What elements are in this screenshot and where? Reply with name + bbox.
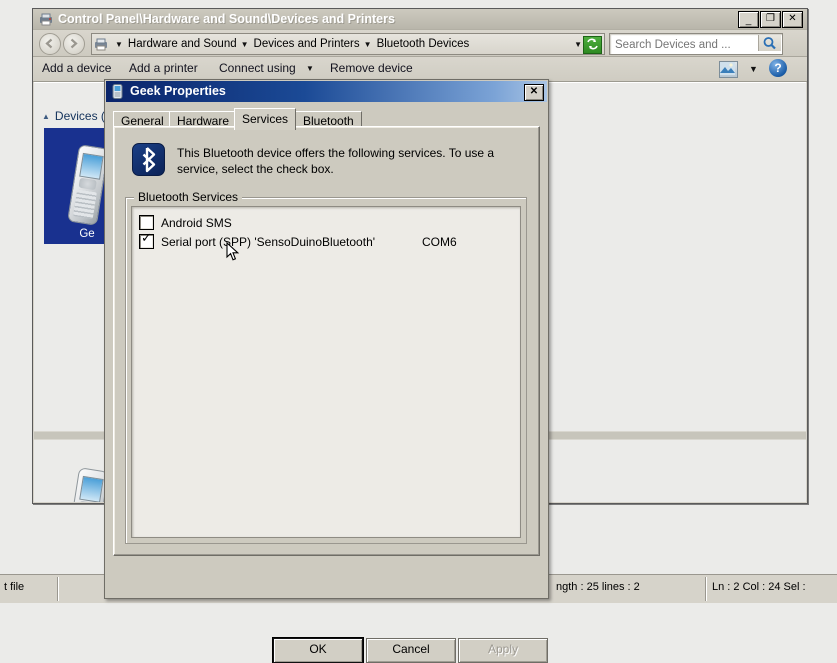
apply-button: Apply <box>458 638 548 663</box>
printer-icon <box>38 12 54 26</box>
window-title: Control Panel\Hardware and Sound\Devices… <box>58 12 395 26</box>
maximize-glyph: ❐ <box>761 12 780 27</box>
search-input[interactable] <box>613 36 757 53</box>
control-panel-icon <box>94 38 109 51</box>
dialog-titlebar[interactable]: Geek Properties ✕ <box>106 81 547 102</box>
mobile-phone-icon <box>111 84 124 99</box>
close-icon[interactable]: ✕ <box>524 84 544 101</box>
mouse-pointer-icon <box>226 242 240 262</box>
list-item[interactable]: Android SMS <box>132 213 520 232</box>
list-item[interactable]: Serial port (SPP) 'SensoDuinoBluetooth' … <box>132 232 520 251</box>
dialog-description: This Bluetooth device offers the followi… <box>177 145 517 177</box>
services-list[interactable]: Android SMS Serial port (SPP) 'SensoDuin… <box>131 206 521 538</box>
breadcrumb-bluetooth-devices[interactable]: Bluetooth Devices <box>376 38 471 50</box>
service-label: Android SMS <box>161 216 232 230</box>
service-port-value: COM6 <box>422 235 457 249</box>
breadcrumb-devices-and-printers[interactable]: Devices and Printers <box>253 38 361 50</box>
ok-button[interactable]: OK <box>273 638 363 663</box>
minimize-glyph: _ <box>739 12 758 27</box>
bluetooth-icon <box>132 143 165 176</box>
service-label: Serial port (SPP) 'SensoDuinoBluetooth' <box>161 235 375 249</box>
geek-properties-dialog: Geek Properties ✕ General Hardware Servi… <box>104 79 549 599</box>
toolbar-connect-using[interactable]: Connect using <box>219 61 296 75</box>
window-titlebar[interactable]: Control Panel\Hardware and Sound\Devices… <box>33 9 807 30</box>
statusbar-divider <box>706 577 707 601</box>
breadcrumb-hardware-and-sound[interactable]: Hardware and Sound <box>127 38 238 50</box>
dialog-title: Geek Properties <box>130 84 226 98</box>
address-bar[interactable]: ▼ Hardware and Sound ▼ Devices and Print… <box>91 33 605 55</box>
cancel-button[interactable]: Cancel <box>366 638 456 663</box>
refresh-icon[interactable] <box>583 36 602 54</box>
toolbar-add-a-printer[interactable]: Add a printer <box>129 61 198 75</box>
toolbar-connect-using-caret[interactable]: ▼ <box>306 64 314 73</box>
breadcrumb-caret[interactable]: ▼ <box>238 40 253 49</box>
navigation-bar: ▼ Hardware and Sound ▼ Devices and Print… <box>33 30 807 57</box>
checkbox-android-sms[interactable] <box>139 215 154 230</box>
toolbar-remove-device[interactable]: Remove device <box>330 61 413 75</box>
devices-group-label: Devices ( <box>55 109 105 123</box>
window-controls: _ ❐ ✕ <box>738 11 803 28</box>
mobile-phone-icon <box>67 146 107 224</box>
statusbar-left-text: t file <box>4 581 24 593</box>
minimize-button[interactable]: _ <box>738 11 759 28</box>
statusbar-length-lines-text: ngth : 25 lines : 2 <box>556 581 640 593</box>
groupbox-label: Bluetooth Services <box>134 190 242 204</box>
toolbar-add-a-device[interactable]: Add a device <box>42 61 111 75</box>
statusbar-caret-position-text: Ln : 2 Col : 24 Sel : <box>712 581 806 593</box>
forward-arrow-icon[interactable] <box>63 33 85 55</box>
breadcrumb-caret[interactable]: ▼ <box>112 40 127 49</box>
statusbar-divider <box>58 577 59 601</box>
view-layout-caret-icon[interactable]: ▼ <box>749 64 758 74</box>
view-layout-icon[interactable] <box>719 61 738 78</box>
search-icon[interactable] <box>758 35 781 51</box>
maximize-button[interactable]: ❐ <box>760 11 781 28</box>
checkbox-serial-port-spp[interactable] <box>139 234 154 249</box>
close-glyph: ✕ <box>783 12 802 27</box>
help-icon[interactable]: ? <box>769 59 787 77</box>
close-button[interactable]: ✕ <box>782 11 803 28</box>
search-box[interactable] <box>609 33 783 55</box>
services-tab-panel: This Bluetooth device offers the followi… <box>113 126 540 556</box>
tab-services[interactable]: Services <box>234 108 296 130</box>
breadcrumb-caret[interactable]: ▼ <box>361 40 376 49</box>
chevron-up-icon[interactable]: ▲ <box>42 112 50 121</box>
devices-group-header[interactable]: ▲ Devices ( <box>42 109 105 123</box>
bluetooth-services-groupbox: Bluetooth Services Android SMS Serial po… <box>125 197 527 544</box>
mobile-phone-icon <box>67 469 107 502</box>
chevron-down-icon[interactable]: ▼ <box>574 40 582 49</box>
back-arrow-icon[interactable] <box>39 33 61 55</box>
